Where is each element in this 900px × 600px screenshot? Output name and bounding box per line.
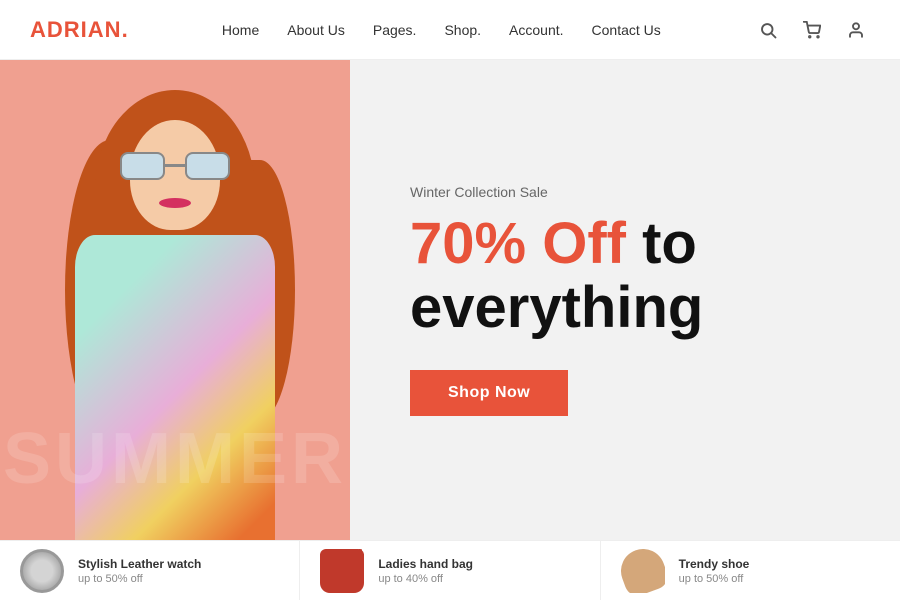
main-nav: Home About Us Pages. Shop. Account. Cont… bbox=[222, 22, 661, 38]
hero-content: Winter Collection Sale 70% Off to everyt… bbox=[350, 60, 900, 540]
watch-thumbnail bbox=[20, 549, 64, 593]
watch-info: Stylish Leather watch up to 50% off bbox=[78, 557, 201, 585]
watermark-text: SUMMER bbox=[3, 418, 347, 500]
shoe-name: Trendy shoe bbox=[679, 557, 750, 571]
nav-contact[interactable]: Contact Us bbox=[592, 22, 661, 38]
shoe-discount: up to 50% off bbox=[679, 573, 750, 585]
product-strip: Stylish Leather watch up to 50% off Ladi… bbox=[0, 540, 900, 600]
logo-text: ADRIAN bbox=[30, 17, 122, 42]
search-icon[interactable] bbox=[754, 16, 782, 44]
nav-about[interactable]: About Us bbox=[287, 22, 345, 38]
hero-image-panel: SUMMER bbox=[0, 60, 350, 540]
watch-discount: up to 50% off bbox=[78, 573, 201, 585]
cart-icon[interactable] bbox=[798, 16, 826, 44]
hero-section: SUMMER Winter Collection Sale 70% Off to… bbox=[0, 60, 900, 540]
bag-info: Ladies hand bag up to 40% off bbox=[378, 557, 473, 585]
watch-name: Stylish Leather watch bbox=[78, 557, 201, 571]
sale-label: Winter Collection Sale bbox=[410, 184, 840, 200]
shop-now-button[interactable]: Shop Now bbox=[410, 370, 568, 416]
headline-orange: 70% Off bbox=[410, 211, 626, 276]
sunglasses bbox=[120, 152, 230, 182]
bag-thumbnail bbox=[320, 549, 364, 593]
product-card-shoe[interactable]: Trendy shoe up to 50% off bbox=[601, 541, 900, 600]
bag-discount: up to 40% off bbox=[378, 573, 473, 585]
shoe-thumbnail bbox=[621, 549, 665, 593]
logo: ADRIAN. bbox=[30, 17, 129, 43]
product-card-bag[interactable]: Ladies hand bag up to 40% off bbox=[300, 541, 600, 600]
logo-dot: . bbox=[122, 17, 129, 42]
header-icons bbox=[754, 16, 870, 44]
bag-name: Ladies hand bag bbox=[378, 557, 473, 571]
account-icon[interactable] bbox=[842, 16, 870, 44]
nav-home[interactable]: Home bbox=[222, 22, 259, 38]
nav-account[interactable]: Account. bbox=[509, 22, 563, 38]
nav-shop[interactable]: Shop. bbox=[444, 22, 481, 38]
nav-pages[interactable]: Pages. bbox=[373, 22, 417, 38]
shoe-info: Trendy shoe up to 50% off bbox=[679, 557, 750, 585]
product-card-watch[interactable]: Stylish Leather watch up to 50% off bbox=[0, 541, 300, 600]
header: ADRIAN. Home About Us Pages. Shop. Accou… bbox=[0, 0, 900, 60]
hero-headline: 70% Off to everything bbox=[410, 212, 840, 340]
